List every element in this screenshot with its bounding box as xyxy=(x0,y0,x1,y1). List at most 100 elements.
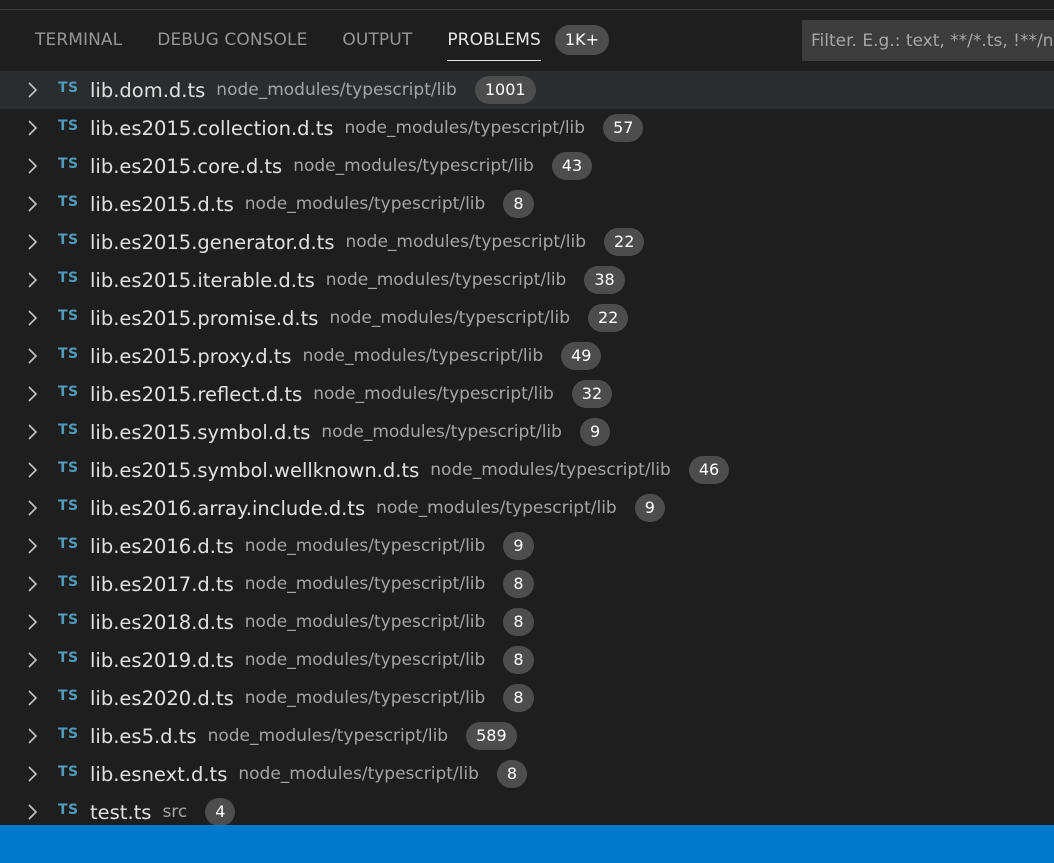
typescript-file-icon: TS xyxy=(58,156,79,172)
problem-file-row[interactable]: TS lib.es2015.proxy.d.ts node_modules/type… xyxy=(0,337,1054,375)
typescript-file-icon: TS xyxy=(58,650,79,666)
problem-count-badge: 22 xyxy=(588,304,629,332)
problem-file-row[interactable]: TS lib.es2016.array.include.d.ts node_modu… xyxy=(0,489,1054,527)
problem-count-badge: 4 xyxy=(205,798,236,826)
tab-problems[interactable]: PROBLEMS xyxy=(447,30,541,61)
file-path: node_modules/typescript/lib xyxy=(244,650,486,670)
file-path: node_modules/typescript/lib xyxy=(216,80,457,100)
file-path: node_modules/typescript/lib xyxy=(430,460,671,480)
chevron-right-icon[interactable] xyxy=(27,80,39,100)
file-path: node_modules/typescript/lib xyxy=(329,308,570,328)
file-path: node_modules/typescript/lib xyxy=(325,270,567,290)
chevron-right-icon[interactable] xyxy=(27,650,39,670)
problems-file-list: TS lib.dom.d.ts node_modules/typescript/li… xyxy=(0,71,1054,831)
file-entry: lib.es2015.symbol.wellknown.d.ts node_mod… xyxy=(90,451,730,489)
typescript-file-icon: TS xyxy=(58,422,79,438)
problem-count-badge: 8 xyxy=(503,190,534,218)
chevron-right-icon[interactable] xyxy=(27,726,39,746)
typescript-file-icon: TS xyxy=(58,726,79,742)
problem-file-row[interactable]: TS lib.es2015.iterable.d.ts node_modules/t… xyxy=(0,261,1054,299)
problems-filter-input[interactable] xyxy=(802,20,1054,61)
file-entry: lib.es2015.core.d.ts node_modules/typescr… xyxy=(90,147,593,185)
file-name: lib.es2016.d.ts xyxy=(90,534,234,558)
typescript-file-icon: TS xyxy=(58,764,79,780)
file-path: node_modules/typescript/lib xyxy=(302,346,544,366)
problem-count-badge: 57 xyxy=(603,114,644,142)
chevron-right-icon[interactable] xyxy=(27,346,39,366)
file-entry: lib.es2015.reflect.d.ts node_modules/type… xyxy=(90,375,613,413)
file-name: lib.es5.d.ts xyxy=(90,724,197,748)
problem-file-row[interactable]: TS lib.es2015.symbol.wellknown.d.ts node_m… xyxy=(0,451,1054,489)
chevron-right-icon[interactable] xyxy=(27,384,39,404)
file-path: node_modules/typescript/lib xyxy=(345,232,587,252)
file-path: node_modules/typescript/lib xyxy=(344,118,586,138)
chevron-right-icon[interactable] xyxy=(27,118,39,138)
file-name: lib.esnext.d.ts xyxy=(90,762,228,786)
problem-file-row[interactable]: TS lib.es2015.core.d.ts node_modules/types… xyxy=(0,147,1054,185)
file-path: node_modules/typescript/lib xyxy=(207,726,449,746)
file-path: node_modules/typescript/lib xyxy=(293,156,534,176)
problem-file-row[interactable]: TS lib.es2015.reflect.d.ts node_modules/ty… xyxy=(0,375,1054,413)
problem-file-row[interactable]: TS lib.es2015.collection.d.ts node_modules… xyxy=(0,109,1054,147)
file-entry: lib.es2015.proxy.d.ts node_modules/typesc… xyxy=(90,337,602,375)
problem-count-badge: 8 xyxy=(503,608,534,636)
problem-file-row[interactable]: TS lib.es2015.promise.d.ts node_modules/ty… xyxy=(0,299,1054,337)
problem-file-row[interactable]: TS lib.es2015.d.ts node_modules/typescript… xyxy=(0,185,1054,223)
chevron-right-icon[interactable] xyxy=(27,156,39,176)
typescript-file-icon: TS xyxy=(58,612,79,628)
file-path: node_modules/typescript/lib xyxy=(244,688,486,708)
problem-file-row[interactable]: TS lib.es2016.d.ts node_modules/typescript… xyxy=(0,527,1054,565)
problem-file-row[interactable]: TS lib.esnext.d.ts node_modules/typescript… xyxy=(0,755,1054,793)
problem-file-row[interactable]: TS lib.es2017.d.ts node_modules/typescript… xyxy=(0,565,1054,603)
file-path: node_modules/typescript/lib xyxy=(244,536,486,556)
file-entry: lib.dom.d.ts node_modules/typescript/lib 1… xyxy=(90,71,536,109)
problem-count-badge: 8 xyxy=(503,646,534,674)
chevron-right-icon[interactable] xyxy=(27,194,39,214)
problem-count-badge: 589 xyxy=(466,722,517,750)
chevron-right-icon[interactable] xyxy=(27,764,39,784)
chevron-right-icon[interactable] xyxy=(27,270,39,290)
problem-file-row[interactable]: TS lib.es2019.d.ts node_modules/typescript… xyxy=(0,641,1054,679)
chevron-right-icon[interactable] xyxy=(27,232,39,252)
file-entry: lib.es2017.d.ts node_modules/typescript/l… xyxy=(90,565,534,603)
chevron-right-icon[interactable] xyxy=(27,802,39,822)
problem-count-badge: 46 xyxy=(688,456,730,484)
typescript-file-icon: TS xyxy=(58,802,79,818)
problem-count-badge: 9 xyxy=(634,494,665,522)
problem-file-row[interactable]: TS lib.dom.d.ts node_modules/typescript/li… xyxy=(0,71,1054,109)
problem-count-badge: 8 xyxy=(503,570,534,598)
problem-file-row[interactable]: TS lib.es2020.d.ts node_modules/typescript… xyxy=(0,679,1054,717)
chevron-right-icon[interactable] xyxy=(27,612,39,632)
problem-count-badge: 8 xyxy=(496,760,528,788)
typescript-file-icon: TS xyxy=(58,232,79,248)
file-name: lib.es2015.symbol.d.ts xyxy=(90,420,311,444)
tab-terminal[interactable]: TERMINAL xyxy=(35,30,122,50)
status-bar xyxy=(0,825,1054,863)
file-name: lib.es2015.reflect.d.ts xyxy=(90,382,303,406)
file-name: lib.es2015.generator.d.ts xyxy=(90,230,335,254)
problem-file-row[interactable]: TS lib.es2015.symbol.d.ts node_modules/typ… xyxy=(0,413,1054,451)
file-path: node_modules/typescript/lib xyxy=(321,422,562,442)
chevron-right-icon[interactable] xyxy=(27,688,39,708)
file-entry: lib.es2015.generator.d.ts node_modules/ty… xyxy=(90,223,645,261)
file-entry: lib.es5.d.ts node_modules/typescript/lib 5… xyxy=(90,717,517,755)
file-name: lib.es2015.promise.d.ts xyxy=(90,306,319,330)
problem-file-row[interactable]: TS lib.es2018.d.ts node_modules/typescript… xyxy=(0,603,1054,641)
chevron-right-icon[interactable] xyxy=(27,308,39,328)
chevron-right-icon[interactable] xyxy=(27,574,39,594)
tab-debug-console[interactable]: DEBUG CONSOLE xyxy=(157,30,307,50)
file-name: lib.es2015.proxy.d.ts xyxy=(90,344,292,368)
file-name: lib.es2015.symbol.wellknown.d.ts xyxy=(90,458,420,482)
tab-output[interactable]: OUTPUT xyxy=(342,30,412,50)
typescript-file-icon: TS xyxy=(58,80,79,96)
problem-count-badge: 1001 xyxy=(474,76,536,104)
chevron-right-icon[interactable] xyxy=(27,422,39,442)
problem-file-row[interactable]: TS lib.es2015.generator.d.ts node_modules/… xyxy=(0,223,1054,261)
file-name: lib.es2015.iterable.d.ts xyxy=(90,268,315,292)
problem-file-row[interactable]: TS lib.es5.d.ts node_modules/typescript/li… xyxy=(0,717,1054,755)
chevron-right-icon[interactable] xyxy=(27,498,39,518)
top-divider xyxy=(0,0,1054,10)
chevron-right-icon[interactable] xyxy=(27,460,39,480)
chevron-right-icon[interactable] xyxy=(27,536,39,556)
file-path: node_modules/typescript/lib xyxy=(244,194,486,214)
